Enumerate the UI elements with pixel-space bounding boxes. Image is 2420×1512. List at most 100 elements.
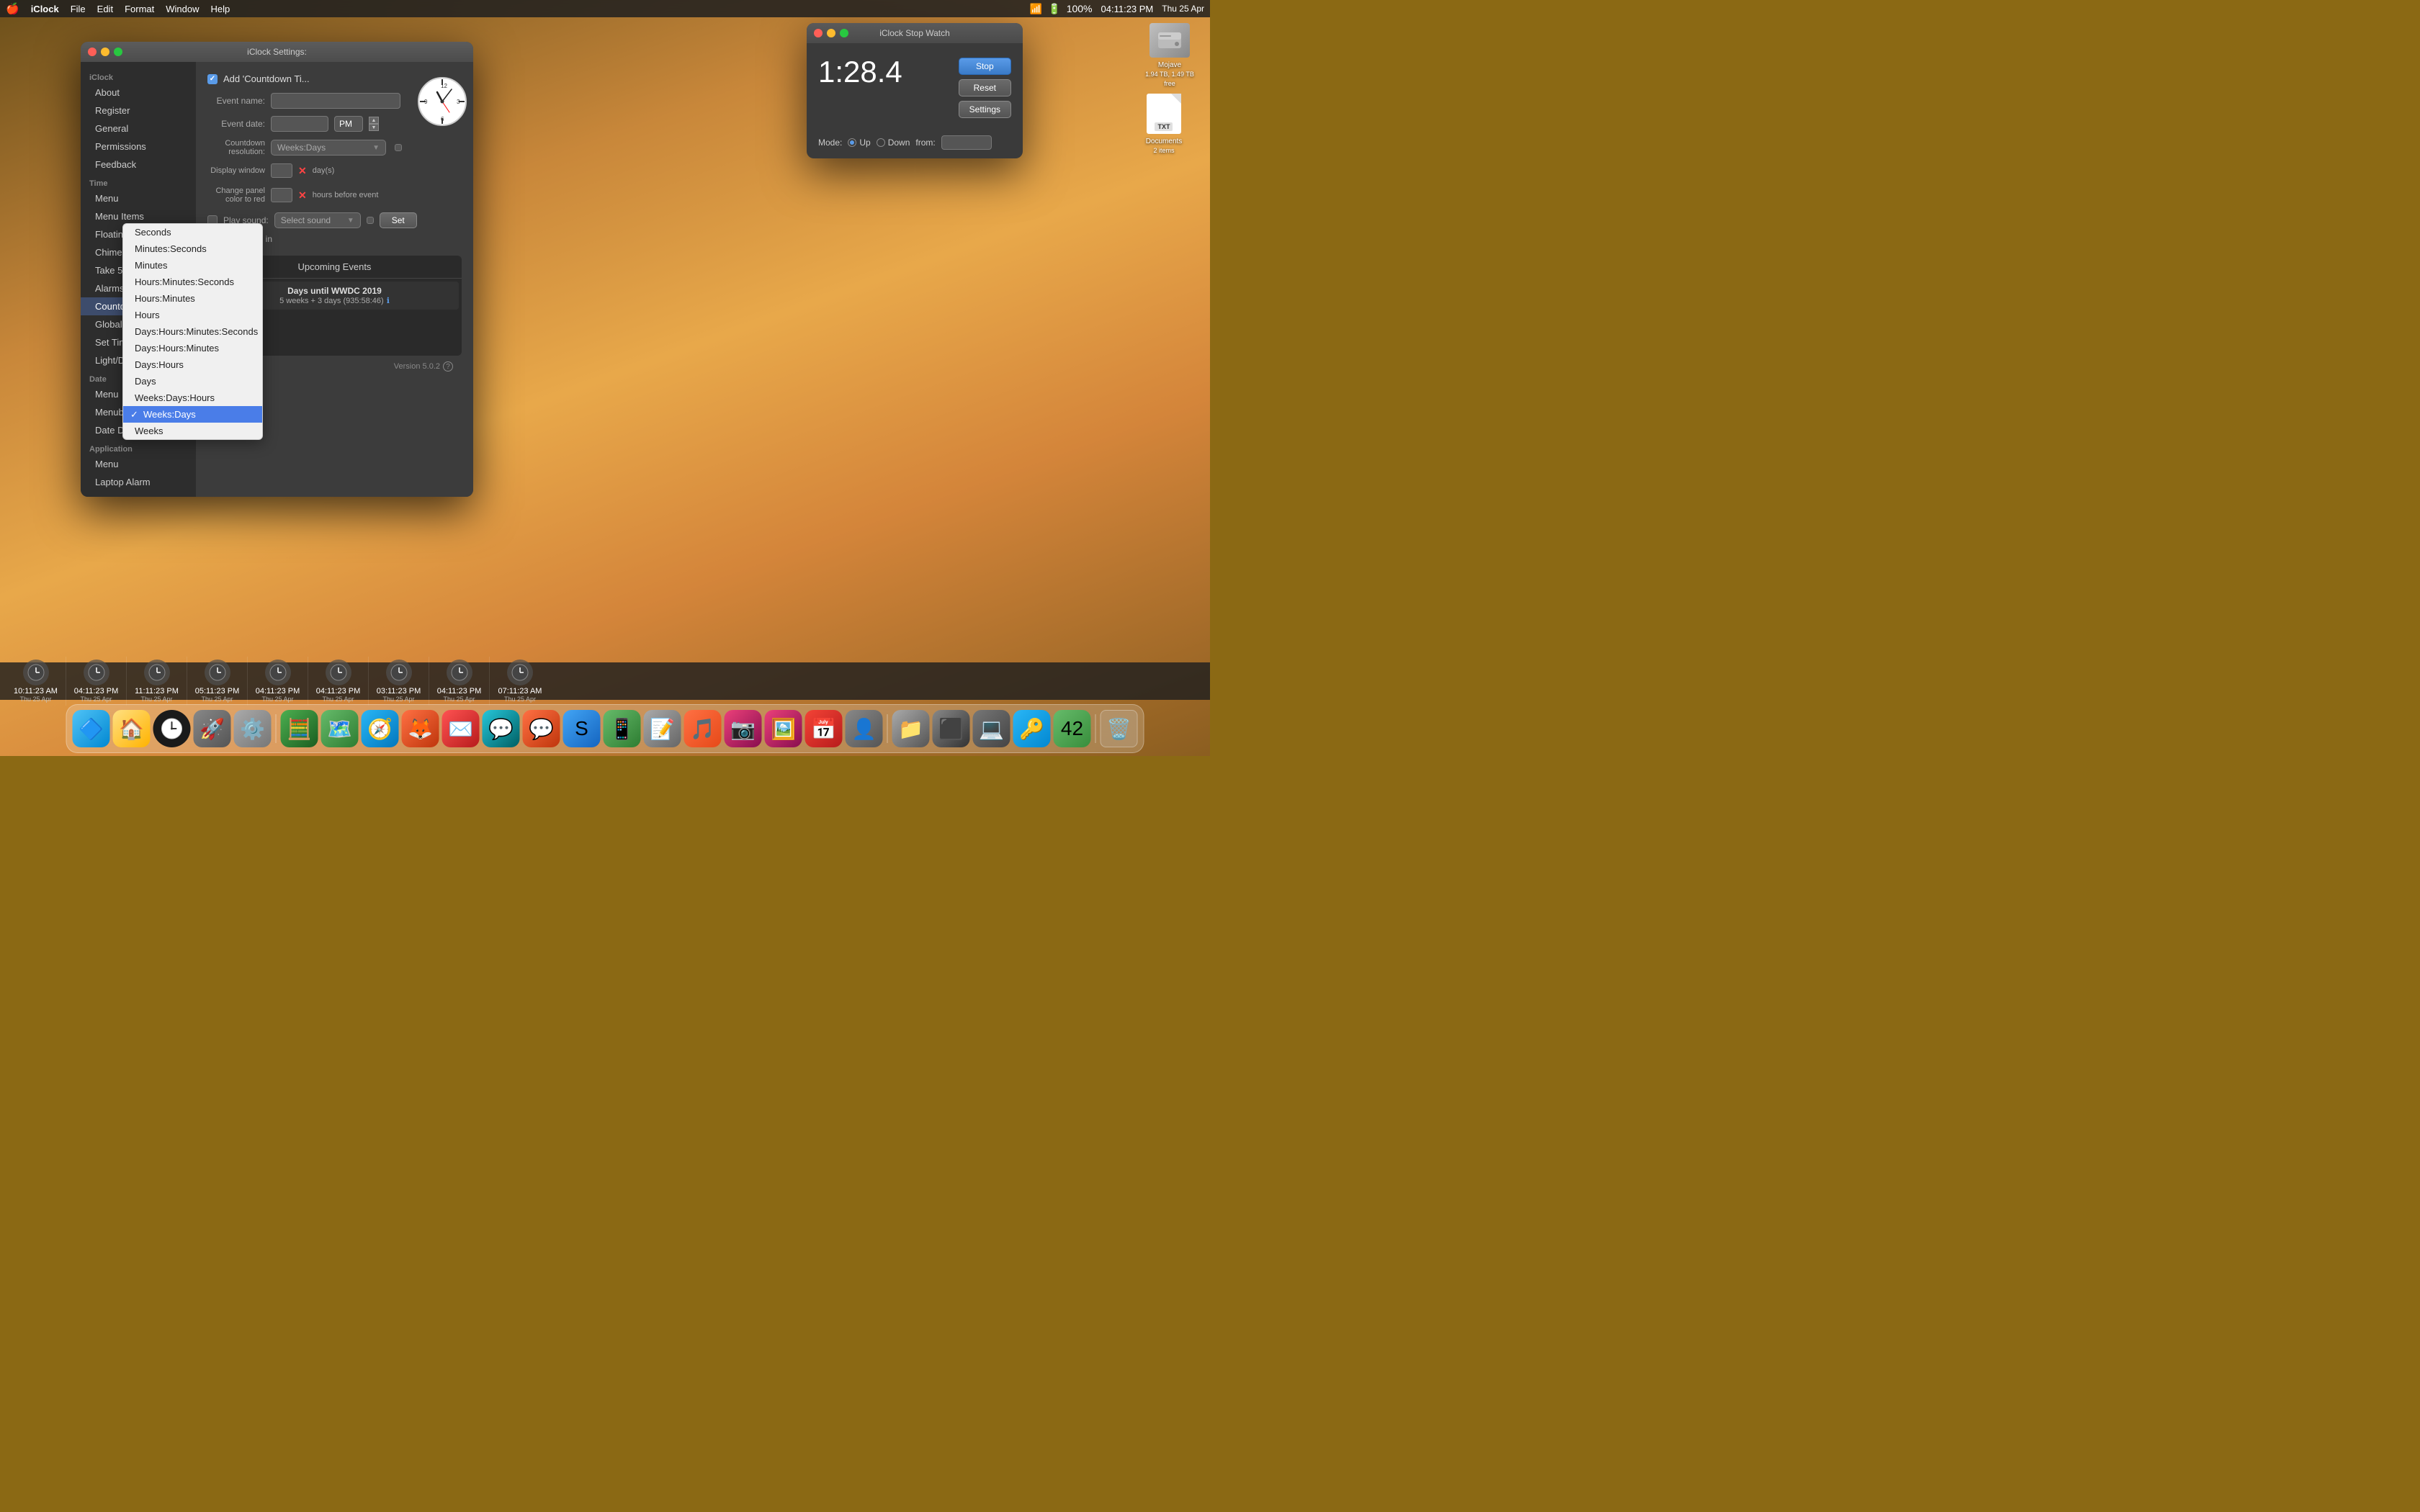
option-hours-minutes[interactable]: Hours:Minutes bbox=[123, 290, 262, 307]
dock-icon-firefox[interactable]: 🦊 bbox=[402, 710, 439, 747]
event-time-ampm-input[interactable] bbox=[334, 116, 363, 132]
dock-icon-terminal[interactable]: ⬛ bbox=[933, 710, 970, 747]
mode-up-radio[interactable]: Up bbox=[848, 138, 870, 148]
bclock-icon-9 bbox=[507, 660, 533, 685]
sidebar-item-register[interactable]: Register bbox=[81, 102, 196, 120]
sound-dropdown[interactable]: Select sound ▼ bbox=[274, 212, 361, 228]
reset-button[interactable]: Reset bbox=[959, 79, 1011, 96]
dock-icon-photos2[interactable]: 🖼️ bbox=[765, 710, 802, 747]
resolution-toggle[interactable] bbox=[395, 144, 402, 151]
option-weeks-days[interactable]: Weeks:Days bbox=[123, 406, 262, 423]
stopwatch-title: iClock Stop Watch bbox=[879, 28, 950, 38]
option-weeks-days-hours[interactable]: Weeks:Days:Hours bbox=[123, 390, 262, 406]
countdown-resolution-dropdown[interactable]: Weeks:Days ▼ bbox=[271, 140, 386, 156]
stepper-up[interactable]: ▲ bbox=[369, 117, 379, 124]
option-days-hours-minutes-seconds[interactable]: Days:Hours:Minutes:Seconds bbox=[123, 323, 262, 340]
svg-text:6: 6 bbox=[441, 116, 444, 122]
dock-icon-finder2[interactable]: 📁 bbox=[892, 710, 930, 747]
option-days[interactable]: Days bbox=[123, 373, 262, 390]
stopwatch-close-button[interactable] bbox=[814, 29, 823, 37]
option-seconds[interactable]: Seconds bbox=[123, 224, 262, 240]
dock-icon-sysprefs[interactable]: ⚙️ bbox=[234, 710, 272, 747]
sidebar-item-menu-time[interactable]: Menu bbox=[81, 189, 196, 207]
option-hours-minutes-seconds[interactable]: Hours:Minutes:Seconds bbox=[123, 274, 262, 290]
set-button[interactable]: Set bbox=[380, 212, 417, 228]
bclock-icon-2 bbox=[84, 660, 109, 685]
sound-toggle[interactable] bbox=[367, 217, 374, 224]
dock-icon-trash[interactable]: 🗑️ bbox=[1101, 710, 1138, 747]
sidebar-item-general[interactable]: General bbox=[81, 120, 196, 138]
settings-minimize-button[interactable] bbox=[101, 48, 109, 56]
dock-icon-misc[interactable]: 42 bbox=[1054, 710, 1091, 747]
dock-icon-facetime[interactable]: 📱 bbox=[604, 710, 641, 747]
menu-window[interactable]: Window bbox=[166, 4, 199, 14]
dock-icon-messages[interactable]: 💬 bbox=[523, 710, 560, 747]
desktop-icon-hdd[interactable]: Mojave1.94 TB, 1.49 TB free bbox=[1141, 23, 1198, 89]
sidebar-item-laptop-alarm[interactable]: Laptop Alarm bbox=[81, 473, 196, 491]
dock-icon-notes[interactable]: 📝 bbox=[644, 710, 681, 747]
event-date-input[interactable] bbox=[271, 116, 328, 132]
dock-icon-calendar[interactable]: 📅 bbox=[805, 710, 843, 747]
settings-maximize-button[interactable] bbox=[114, 48, 122, 56]
mode-down-radio[interactable]: Down bbox=[877, 138, 910, 148]
menu-format[interactable]: Format bbox=[125, 4, 154, 14]
dock-icon-contacts[interactable]: 👤 bbox=[846, 710, 883, 747]
stepper-down[interactable]: ▼ bbox=[369, 124, 379, 131]
menu-help[interactable]: Help bbox=[210, 4, 230, 14]
dock-icon-1pass[interactable]: 🔑 bbox=[1013, 710, 1051, 747]
countdown-resolution-row: Countdown resolution: Weeks:Days ▼ bbox=[207, 139, 462, 156]
event-info-button[interactable]: ℹ bbox=[387, 296, 390, 305]
sidebar-item-about[interactable]: About bbox=[81, 84, 196, 102]
dock-icon-home[interactable]: 🏠 bbox=[113, 710, 151, 747]
bclock-date-8: Thu 25 Apr bbox=[443, 696, 475, 703]
dock-icon-skypeblue[interactable]: S bbox=[563, 710, 601, 747]
event-name-label: Event name: bbox=[207, 96, 265, 106]
add-countdown-checkbox[interactable] bbox=[207, 74, 218, 84]
dock-icon-maps[interactable]: 🗺️ bbox=[321, 710, 359, 747]
dock-icon-skype[interactable]: 💬 bbox=[483, 710, 520, 747]
dock-icon-mail[interactable]: ✉️ bbox=[442, 710, 480, 747]
dock-icon-calc[interactable]: 🧮 bbox=[281, 710, 318, 747]
menu-edit[interactable]: Edit bbox=[97, 4, 113, 14]
hdd-icon bbox=[1150, 23, 1190, 58]
app-name-menu[interactable]: iClock bbox=[31, 4, 59, 14]
from-dropdown[interactable] bbox=[941, 135, 992, 150]
stopwatch-minimize-button[interactable] bbox=[827, 29, 835, 37]
display-window-input[interactable] bbox=[271, 163, 292, 178]
dock-icon-iclock[interactable] bbox=[153, 710, 191, 747]
option-hours[interactable]: Hours bbox=[123, 307, 262, 323]
desktop-icon-docs[interactable]: TXT Documents2 items bbox=[1135, 94, 1193, 156]
event-name-input[interactable] bbox=[271, 93, 400, 109]
dock-icon-music[interactable]: 🎵 bbox=[684, 710, 722, 747]
option-days-hours[interactable]: Days:Hours bbox=[123, 356, 262, 373]
resolution-dropdown-overlay: Seconds Minutes:Seconds Minutes Hours:Mi… bbox=[122, 223, 263, 440]
sidebar-item-permissions[interactable]: Permissions bbox=[81, 138, 196, 156]
color-clear[interactable]: ✕ bbox=[298, 189, 307, 202]
display-window-clear[interactable]: ✕ bbox=[298, 165, 307, 177]
dock-icon-safari[interactable]: 🧭 bbox=[362, 710, 399, 747]
option-minutes[interactable]: Minutes bbox=[123, 257, 262, 274]
sidebar-item-menu-app[interactable]: Menu bbox=[81, 455, 196, 473]
sidebar-item-feedback[interactable]: Feedback bbox=[81, 156, 196, 174]
settings-close-button[interactable] bbox=[88, 48, 97, 56]
stop-button[interactable]: Stop bbox=[959, 58, 1011, 75]
dock-icon-finder[interactable]: 🔷 bbox=[73, 710, 110, 747]
option-days-hours-minutes[interactable]: Days:Hours:Minutes bbox=[123, 340, 262, 356]
dock-icon-iterm[interactable]: 💻 bbox=[973, 710, 1010, 747]
color-hours-input[interactable] bbox=[271, 188, 292, 202]
apple-menu[interactable]: 🍎 bbox=[6, 2, 19, 15]
select-sound-text: Select sound bbox=[281, 215, 331, 225]
menu-file[interactable]: File bbox=[71, 4, 86, 14]
stopwatch-maximize-button[interactable] bbox=[840, 29, 848, 37]
dock-icon-photos[interactable]: 📷 bbox=[725, 710, 762, 747]
bclock-date-3: Thu 25 Apr bbox=[140, 696, 172, 703]
stopwatch-settings-button[interactable]: Settings bbox=[959, 101, 1011, 118]
option-minutes-seconds[interactable]: Minutes:Seconds bbox=[123, 240, 262, 257]
event-date-stepper[interactable]: ▲ ▼ bbox=[369, 117, 379, 131]
option-weeks[interactable]: Weeks bbox=[123, 423, 262, 439]
battery-icon[interactable]: 🔋 bbox=[1048, 3, 1060, 15]
dock-icon-launchpad[interactable]: 🚀 bbox=[194, 710, 231, 747]
version-label: Version 5.0.2 bbox=[394, 362, 440, 371]
wifi-icon[interactable]: 📶 bbox=[1030, 3, 1042, 15]
version-help-button[interactable]: ? bbox=[443, 361, 453, 372]
